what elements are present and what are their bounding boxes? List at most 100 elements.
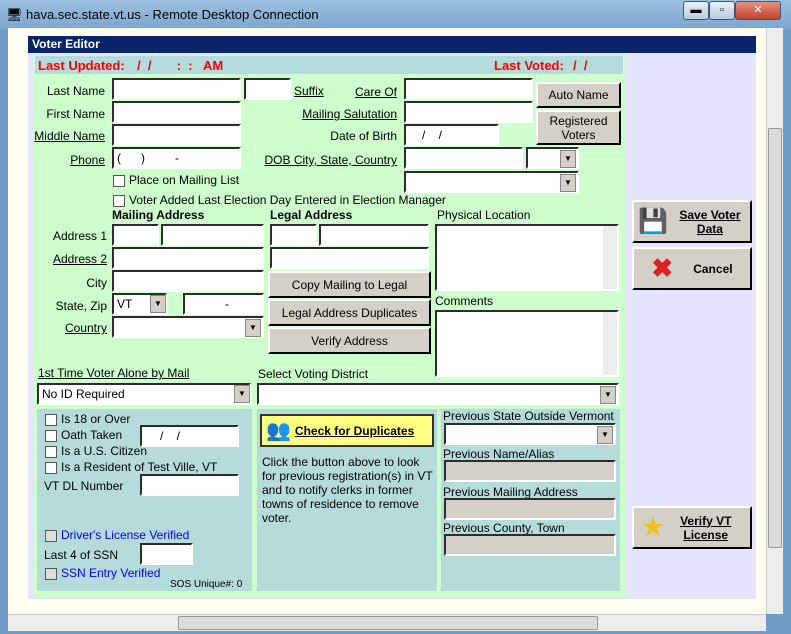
- close-button[interactable]: ✕: [735, 1, 781, 20]
- oath-date-input[interactable]: / /: [140, 425, 239, 447]
- mailing-street[interactable]: [161, 224, 264, 246]
- horizontal-scrollbar[interactable]: [8, 614, 766, 631]
- rdp-icon: 🖥: [6, 7, 23, 22]
- previous-name-input[interactable]: [444, 460, 616, 482]
- mailing-salutation-link[interactable]: Mailing Salutation: [290, 107, 397, 121]
- users-icon: 👥: [266, 420, 291, 442]
- is18-label: Is 18 or Over: [61, 412, 131, 426]
- mailing-house-number[interactable]: [112, 224, 159, 246]
- auto-name-button[interactable]: Auto Name: [536, 82, 621, 108]
- country-select[interactable]: ▼: [112, 316, 264, 338]
- scrollbar-thumb[interactable]: [768, 128, 782, 548]
- vertical-scrollbar[interactable]: [766, 28, 783, 614]
- country-link[interactable]: Country: [30, 321, 107, 335]
- duplicates-help-text: Click the button above to look for previ…: [262, 455, 433, 525]
- mailing-address-heading: Mailing Address: [112, 208, 205, 222]
- dob-input[interactable]: / /: [404, 124, 499, 146]
- previous-state-select[interactable]: ▼: [444, 423, 616, 445]
- legal-house-number[interactable]: [270, 224, 317, 246]
- last-voted-label: Last Voted:: [494, 58, 564, 73]
- verify-vt-license-button[interactable]: ★ Verify VT License: [632, 506, 752, 549]
- dl-number-label: VT DL Number: [44, 479, 124, 493]
- mailing-list-checkbox[interactable]: [113, 175, 125, 187]
- sos-unique-label: SOS Unique#: 0: [170, 579, 243, 590]
- dl-verified-label: Driver's License Verified: [61, 528, 190, 542]
- ssn4-input[interactable]: [140, 543, 193, 565]
- previous-mailing-input[interactable]: [444, 498, 616, 520]
- physical-location-textarea[interactable]: [435, 224, 619, 291]
- scrollbar[interactable]: [603, 312, 617, 375]
- floppy-disk-icon: 💾: [638, 208, 668, 235]
- save-voter-data-button[interactable]: 💾 Save Voter Data: [632, 200, 752, 243]
- dl-number-input[interactable]: [140, 474, 239, 496]
- last-name-input[interactable]: [112, 78, 241, 100]
- mailing-salutation-input[interactable]: [404, 101, 533, 123]
- dob-country-select[interactable]: ▼: [404, 171, 579, 193]
- voter-added-label: Voter Added Last Election Day Entered in…: [129, 193, 446, 207]
- previous-name-label: Previous Name/Alias: [443, 447, 555, 461]
- phone-link[interactable]: Phone: [30, 153, 105, 167]
- ssn-verified-label: SSN Entry Verified: [61, 566, 161, 580]
- legal-street[interactable]: [319, 224, 429, 246]
- voting-district-select[interactable]: ▼: [257, 383, 619, 405]
- cancel-label: Cancel: [693, 261, 733, 276]
- suffix-input[interactable]: [244, 78, 291, 100]
- first-time-voter-select[interactable]: No ID Required: [37, 383, 251, 405]
- verify-address-button[interactable]: Verify Address: [268, 327, 431, 354]
- address2-link[interactable]: Address 2: [30, 252, 107, 266]
- middle-name-input[interactable]: [112, 124, 241, 146]
- dob-city-input[interactable]: [404, 147, 523, 169]
- previous-county-label: Previous County, Town: [443, 521, 565, 535]
- cancel-button[interactable]: ✖ Cancel: [632, 247, 752, 290]
- restore-button[interactable]: ▫: [709, 1, 735, 20]
- care-of-link[interactable]: Care Of: [300, 85, 397, 99]
- is18-checkbox[interactable]: [45, 414, 57, 426]
- last-name-label: Last Name: [46, 84, 105, 98]
- phone-input[interactable]: ( ) -: [112, 147, 241, 169]
- first-name-input[interactable]: [112, 101, 241, 123]
- legal-address-duplicates-button[interactable]: Legal Address Duplicates: [268, 299, 431, 326]
- last-updated-label: Last Updated:: [38, 58, 125, 73]
- minimize-button[interactable]: ▬: [683, 1, 709, 20]
- title-bar: 🖥 hava.sec.state.vt.us - Remote Desktop …: [0, 0, 791, 30]
- red-x-icon: ✖: [651, 253, 674, 283]
- star-icon: ★: [642, 514, 664, 541]
- city-input[interactable]: [112, 270, 264, 292]
- dob-city-link[interactable]: DOB City, State, Country: [250, 153, 398, 167]
- first-time-voter-link[interactable]: 1st Time Voter Alone by Mail: [38, 366, 189, 380]
- chevron-down-icon: ▼: [560, 174, 576, 192]
- voter-editor-title: Voter Editor: [28, 36, 756, 53]
- voter-added-checkbox[interactable]: [113, 195, 125, 207]
- dl-verified-checkbox[interactable]: [45, 530, 57, 542]
- oath-checkbox[interactable]: [45, 430, 57, 442]
- middle-name-link[interactable]: Middle Name: [30, 129, 105, 143]
- zip-input[interactable]: -: [183, 293, 264, 315]
- care-of-input[interactable]: [404, 78, 533, 100]
- physical-location-label: Physical Location: [437, 208, 531, 222]
- save-label: Save Voter Data: [679, 207, 741, 236]
- legal-address-heading: Legal Address: [270, 208, 353, 222]
- previous-county-input[interactable]: [444, 534, 616, 556]
- comments-label: Comments: [435, 294, 494, 308]
- copy-mailing-to-legal-button[interactable]: Copy Mailing to Legal: [268, 271, 431, 298]
- legal-address2[interactable]: [270, 247, 429, 269]
- ssn-verified-checkbox[interactable]: [45, 568, 57, 580]
- verify-label: Verify VT License: [680, 513, 732, 542]
- dob-state-select[interactable]: ▼: [526, 147, 579, 169]
- comments-textarea[interactable]: [435, 310, 619, 377]
- state-zip-label: State, Zip: [55, 299, 107, 313]
- resident-checkbox[interactable]: [45, 462, 57, 474]
- mailing-list-label: Place on Mailing List: [129, 173, 240, 187]
- mailing-address2[interactable]: [112, 247, 264, 269]
- check-duplicates-label: Check for Duplicates: [294, 423, 415, 438]
- scrollbar-thumb[interactable]: [178, 616, 598, 630]
- previous-mailing-label: Previous Mailing Address: [443, 485, 578, 499]
- check-duplicates-button[interactable]: 👥 Check for Duplicates: [260, 414, 434, 447]
- city-label: City: [86, 276, 107, 290]
- chevron-down-icon: ▼: [600, 386, 616, 404]
- dob-label: Date of Birth: [330, 129, 397, 143]
- citizen-checkbox[interactable]: [45, 446, 57, 458]
- resident-label: Is a Resident of Test Ville, VT: [61, 460, 218, 474]
- registered-voters-button[interactable]: Registered Voters: [536, 110, 621, 145]
- scrollbar[interactable]: [603, 226, 617, 289]
